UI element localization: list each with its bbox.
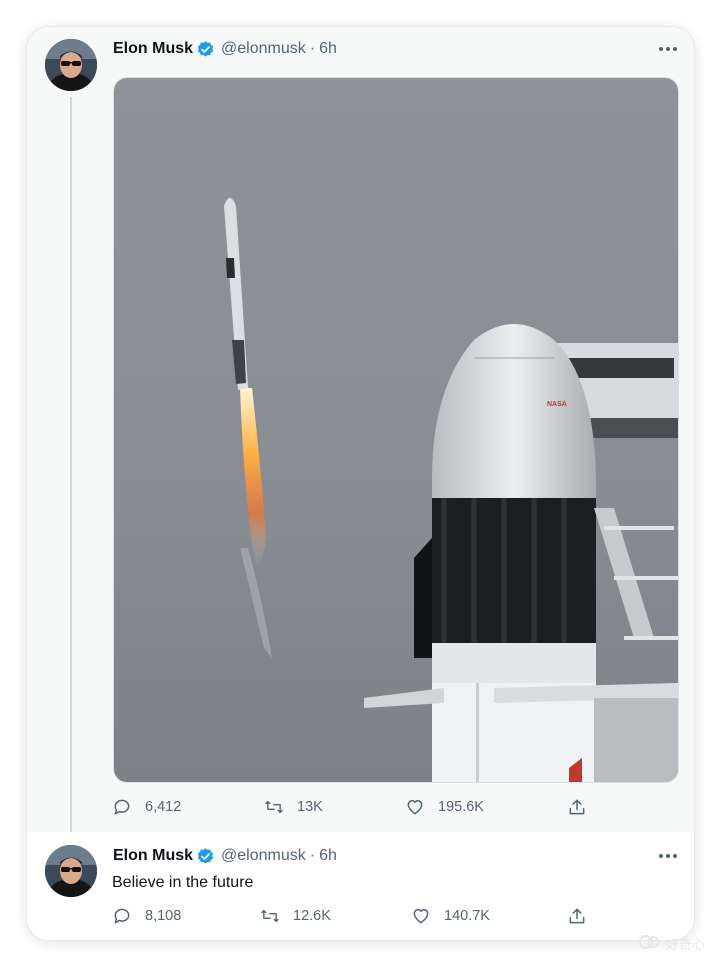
share-button[interactable] — [567, 797, 587, 817]
watermark: 好奇心 — [638, 934, 705, 953]
author-handle[interactable]: @elonmusk — [221, 39, 306, 59]
avatar[interactable] — [45, 39, 97, 91]
tweet-2[interactable]: Elon Musk @elonmusk · 6h Believe in the … — [27, 832, 694, 940]
like-button[interactable]: 195.6K — [405, 797, 484, 817]
reply-count: 8,108 — [145, 908, 182, 924]
tweet-text: Believe in the future — [112, 874, 254, 891]
retweet-button[interactable]: 13K — [264, 797, 323, 817]
tweet-header: Elon Musk @elonmusk · 6h — [113, 846, 337, 866]
separator-dot: · — [309, 40, 316, 57]
tweet-1[interactable]: Elon Musk @elonmusk · 6h NASA 6,412 13K … — [27, 27, 694, 837]
tweet-thread-card: Elon Musk @elonmusk · 6h NASA 6,412 13K … — [27, 27, 694, 940]
more-options-icon[interactable] — [657, 846, 679, 866]
thread-connector-line — [70, 97, 72, 837]
retweet-icon — [264, 797, 284, 817]
heart-icon — [405, 797, 425, 817]
reply-button[interactable]: 6,412 — [112, 797, 181, 817]
watermark-logo-icon — [638, 934, 660, 953]
tweet-header: Elon Musk @elonmusk · 6h — [113, 39, 337, 59]
retweet-icon — [260, 906, 280, 926]
share-button[interactable] — [567, 906, 587, 926]
verified-badge-icon — [196, 40, 215, 59]
share-icon — [567, 906, 587, 926]
more-options-icon[interactable] — [657, 39, 679, 59]
avatar[interactable] — [45, 845, 97, 897]
like-button[interactable]: 140.7K — [411, 906, 490, 926]
reply-icon — [112, 797, 132, 817]
like-count: 140.7K — [444, 908, 490, 924]
watermark-text: 好奇心 — [665, 937, 705, 952]
author-handle[interactable]: @elonmusk — [221, 846, 306, 866]
author-name[interactable]: Elon Musk — [113, 39, 193, 59]
timestamp[interactable]: 6h — [319, 39, 337, 59]
heart-icon — [411, 906, 431, 926]
reply-count: 6,412 — [145, 799, 182, 815]
timestamp[interactable]: 6h — [319, 846, 337, 866]
nasa-logo: NASA — [547, 401, 567, 408]
reply-button[interactable]: 8,108 — [112, 906, 181, 926]
tweet-media-photo[interactable]: NASA — [113, 77, 679, 783]
verified-badge-icon — [196, 847, 215, 866]
share-icon — [567, 797, 587, 817]
separator-dot: · — [309, 847, 316, 864]
reply-icon — [112, 906, 132, 926]
author-name[interactable]: Elon Musk — [113, 846, 193, 866]
retweet-button[interactable]: 12.6K — [260, 906, 331, 926]
retweet-count: 13K — [297, 799, 323, 815]
retweet-count: 12.6K — [293, 908, 331, 924]
like-count: 195.6K — [438, 799, 484, 815]
